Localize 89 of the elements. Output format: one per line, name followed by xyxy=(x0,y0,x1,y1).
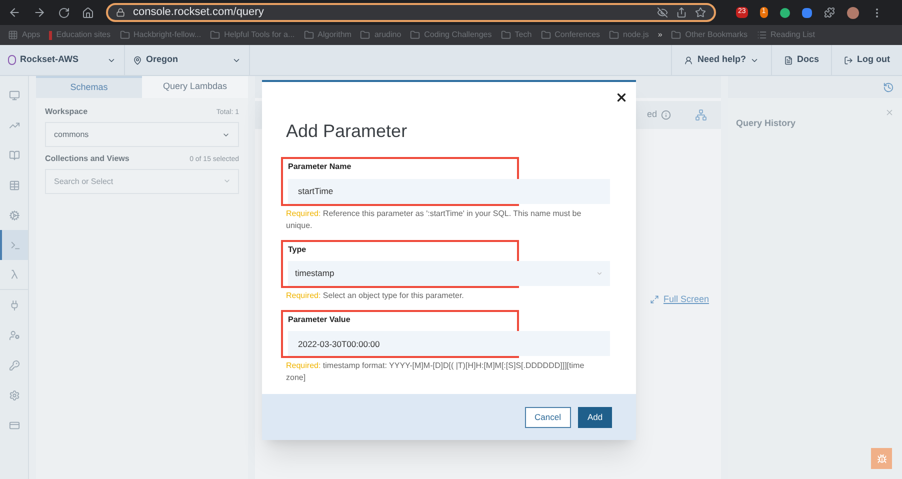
field-label: Collections and Views xyxy=(45,153,130,165)
caret-icon xyxy=(223,177,231,185)
header-link[interactable]: Need help? xyxy=(697,53,746,67)
user-gear-icon xyxy=(8,330,20,340)
overflow-button[interactable]: » xyxy=(658,29,662,41)
pin-icon xyxy=(133,56,142,64)
bookmark-star-icon[interactable] xyxy=(695,7,706,18)
folder-icon xyxy=(304,30,314,40)
monitor-icon xyxy=(8,90,20,100)
share-icon[interactable] xyxy=(676,7,687,18)
extension-icon[interactable] xyxy=(802,8,812,18)
avatar[interactable] xyxy=(846,6,859,18)
reload-icon[interactable] xyxy=(58,6,70,18)
bookmark-link[interactable]: Reading List xyxy=(770,29,815,41)
address-bar[interactable]: console.rockset.com/query xyxy=(106,3,716,22)
folder-icon xyxy=(360,30,370,40)
apps-icon xyxy=(8,30,18,40)
info-icon xyxy=(661,110,671,120)
full-screen-link[interactable]: Full Screen xyxy=(663,293,709,306)
caret-icon xyxy=(596,270,603,276)
person-icon xyxy=(684,56,694,64)
bookmark-link[interactable]: node.js xyxy=(623,29,649,41)
bookmark-link[interactable]: Apps xyxy=(22,29,40,41)
plug-icon xyxy=(8,300,20,310)
region-selector[interactable]: Oregon xyxy=(125,45,250,75)
bookmark-link[interactable]: Other Bookmarks xyxy=(685,29,748,41)
folder-icon xyxy=(210,30,220,40)
label-text: ed xyxy=(646,108,657,122)
bookmark-link[interactable]: Coding Challenges xyxy=(424,29,492,41)
add-button[interactable]: Add xyxy=(578,406,612,428)
bookmark-link[interactable]: arudino xyxy=(374,29,402,41)
document-icon xyxy=(784,56,793,64)
extension-icon[interactable] xyxy=(780,8,790,18)
expand-icon xyxy=(650,295,660,304)
table-icon xyxy=(8,180,20,190)
bookmark-icon xyxy=(49,30,52,40)
help-text: Required: timestamp format: YYYY-[M]M-[D]D[( |T)[H]H:[M]M[:[S]S[.DDDDDD]]][time zone] xyxy=(286,360,586,384)
folder-icon xyxy=(410,30,420,40)
lambda-icon xyxy=(8,269,20,280)
help-text: Required: Select an object type for this parameter. xyxy=(286,290,465,302)
bookmark-link[interactable]: Helpful Tools for a... xyxy=(224,29,295,41)
bug-icon xyxy=(876,454,886,464)
panel-title: Query History xyxy=(736,118,796,128)
input-field[interactable]: startTime xyxy=(288,178,610,204)
panel-tab[interactable]: Query Lambdas xyxy=(142,76,248,98)
bookmark-link[interactable]: Conferences xyxy=(554,29,600,41)
home-icon[interactable] xyxy=(82,6,94,18)
settings-icon xyxy=(8,390,20,400)
url-text: console.rockset.com/query xyxy=(133,5,265,20)
org-selector[interactable]: Rockset-AWS xyxy=(0,45,125,75)
field-label: Parameter Value xyxy=(288,314,352,326)
workspace-select[interactable]: commons xyxy=(45,122,239,147)
close-icon[interactable] xyxy=(615,91,628,104)
folder-icon xyxy=(500,30,511,40)
eye-off-icon[interactable] xyxy=(657,7,668,18)
gear-icon xyxy=(8,210,20,220)
forward-icon[interactable] xyxy=(33,6,46,19)
header-link[interactable]: Docs xyxy=(796,53,819,67)
bookmark-link[interactable]: Algorithm xyxy=(318,29,352,41)
bookmark-link[interactable]: Education sites xyxy=(56,29,110,41)
dialog-title: Add Parameter xyxy=(286,120,408,143)
key-icon xyxy=(8,360,20,370)
help-text: Required: Reference this parameter as ':startTime' in your SQL. This name must be unique. xyxy=(286,208,582,232)
bug-report-button[interactable] xyxy=(871,448,892,469)
field-label: Parameter Name xyxy=(288,161,352,173)
folder-icon xyxy=(540,30,551,40)
bookmark-link[interactable]: Hackbright-fellow... xyxy=(134,29,202,41)
terminal-icon xyxy=(10,240,20,250)
collections-select[interactable]: Search or Select xyxy=(45,169,239,194)
history-icon[interactable] xyxy=(883,82,894,92)
extensions-icon[interactable] xyxy=(824,7,835,18)
field-label: Type xyxy=(288,244,308,256)
panel-tab[interactable]: Schemas xyxy=(36,76,142,98)
folder-icon xyxy=(671,30,682,40)
field-label: Workspace xyxy=(45,106,88,118)
type-select[interactable]: timestamp xyxy=(288,260,610,286)
logout-icon xyxy=(844,56,853,64)
folder-icon xyxy=(120,30,130,40)
header-link[interactable]: Log out xyxy=(857,53,890,67)
back-icon[interactable] xyxy=(8,6,21,19)
bookmark-link[interactable]: Tech xyxy=(514,29,532,41)
book-icon xyxy=(8,150,20,160)
logo-icon xyxy=(8,55,16,65)
nav-item[interactable] xyxy=(0,230,28,260)
card-icon xyxy=(8,420,20,430)
cancel-button[interactable]: Cancel xyxy=(524,406,571,428)
folder-icon xyxy=(609,30,620,40)
input-field[interactable]: 2022-03-30T00:00:00 xyxy=(288,331,610,356)
lock-icon xyxy=(116,8,125,17)
